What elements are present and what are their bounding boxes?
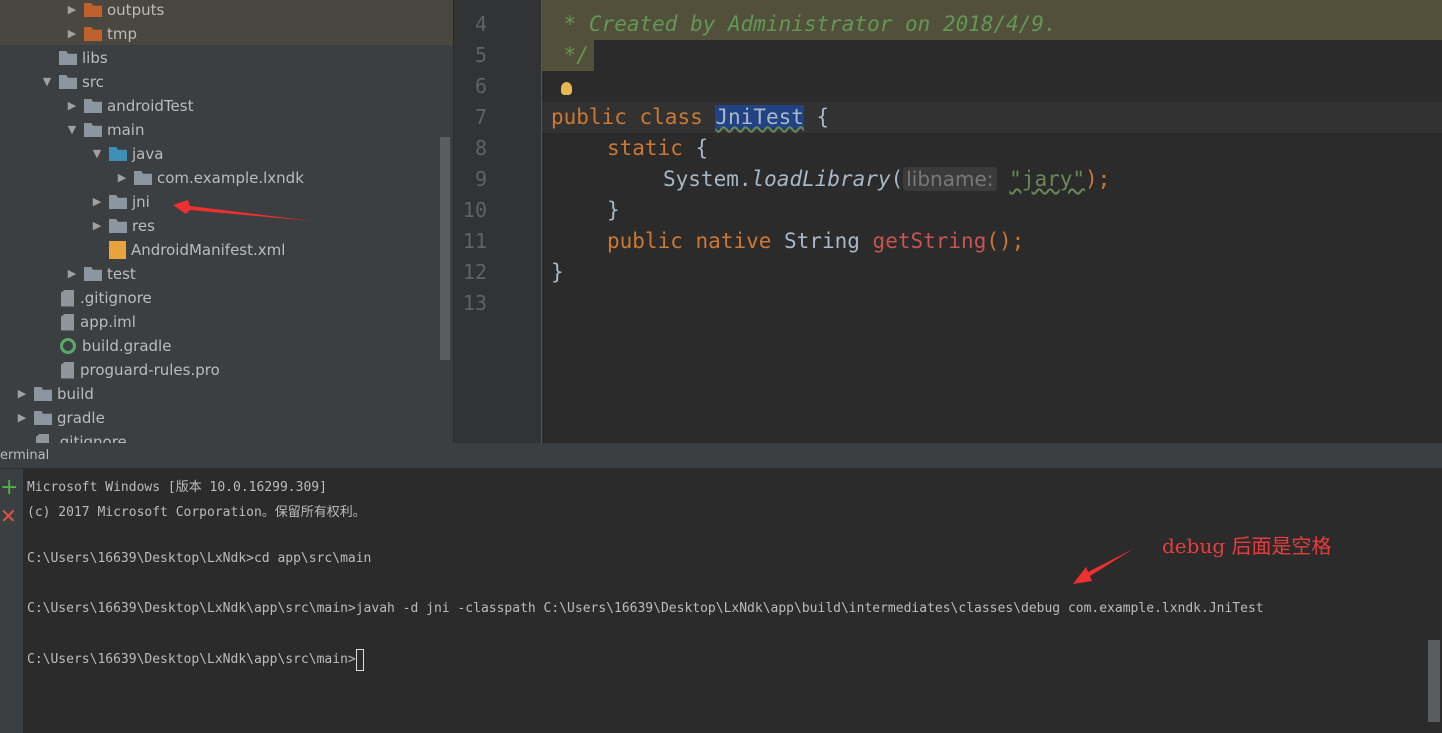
arrow-to-debug [1073,549,1133,584]
arrow-to-jni [173,200,312,221]
annotation-arrows [173,200,1133,584]
terminal-scrollbar[interactable] [1428,640,1440,722]
